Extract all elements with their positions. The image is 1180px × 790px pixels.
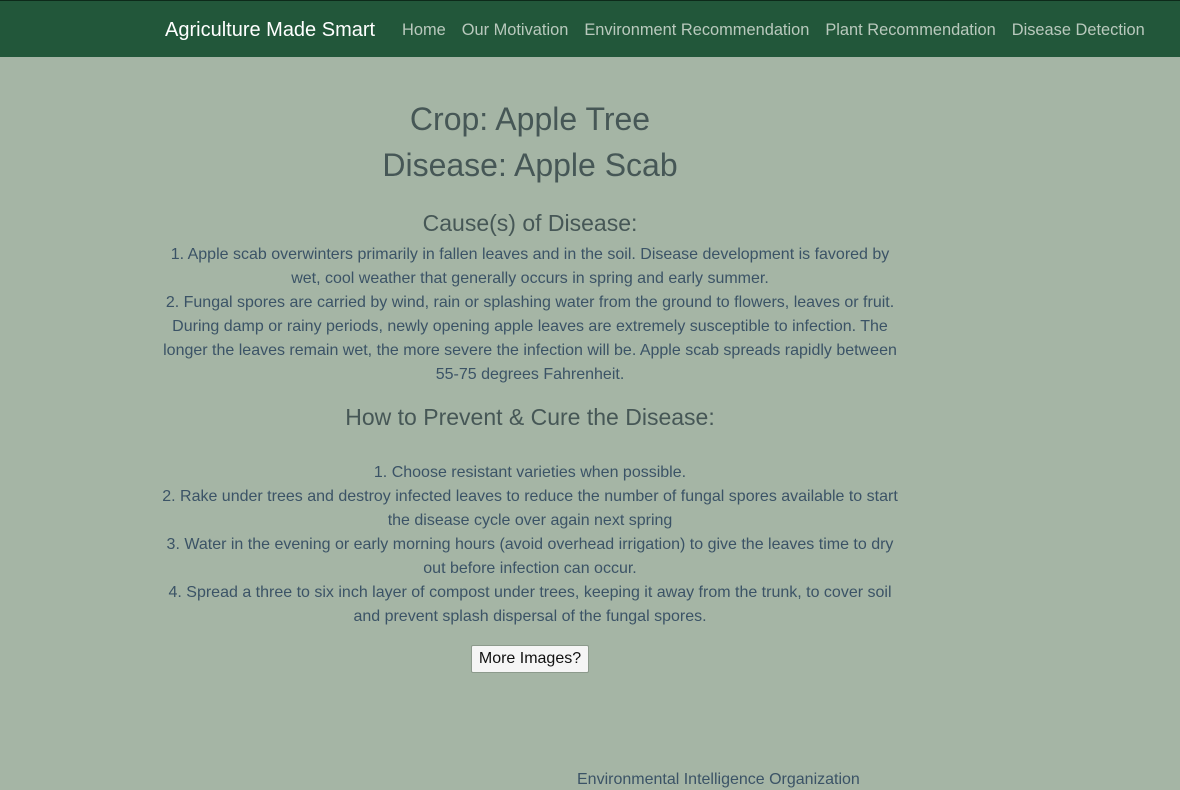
nav-link-environment-recommendation[interactable]: Environment Recommendation <box>584 19 809 41</box>
nav-links: Home Our Motivation Environment Recommen… <box>402 19 1145 41</box>
prevention-list: 1. Choose resistant varieties when possi… <box>160 461 900 629</box>
prevention-item: 3. Water in the evening or early morning… <box>166 536 894 577</box>
footer-text: Environmental Intelligence Organization <box>577 771 860 788</box>
nav-link-home[interactable]: Home <box>402 19 446 41</box>
more-images-button[interactable]: More Images? <box>470 645 590 673</box>
prevention-item: 4. Spread a three to six inch layer of c… <box>168 584 892 625</box>
brand-link[interactable]: Agriculture Made Smart <box>165 17 375 43</box>
nav-link-disease-detection[interactable]: Disease Detection <box>1012 19 1145 41</box>
navbar: Agriculture Made Smart Home Our Motivati… <box>0 0 1180 57</box>
prevention-item: 1. Choose resistant varieties when possi… <box>373 464 687 481</box>
crop-title: Crop: Apple Tree <box>409 101 651 137</box>
cause-item: 2. Fungal spores are carried by wind, ra… <box>163 294 897 383</box>
nav-link-our-motivation[interactable]: Our Motivation <box>462 19 569 41</box>
cause-item: 1. Apple scab overwinters primarily in f… <box>170 246 890 287</box>
main-content: Crop: Apple Tree Disease: Apple Scab Cau… <box>160 96 900 673</box>
prevention-item: 2. Rake under trees and destroy infected… <box>162 488 898 529</box>
disease-title: Disease: Apple Scab <box>382 147 678 183</box>
prevention-heading: How to Prevent & Cure the Disease: <box>345 404 715 430</box>
cause-list: 1. Apple scab overwinters primarily in f… <box>160 243 900 387</box>
nav-link-plant-recommendation[interactable]: Plant Recommendation <box>825 19 995 41</box>
cause-heading: Cause(s) of Disease: <box>422 210 638 236</box>
